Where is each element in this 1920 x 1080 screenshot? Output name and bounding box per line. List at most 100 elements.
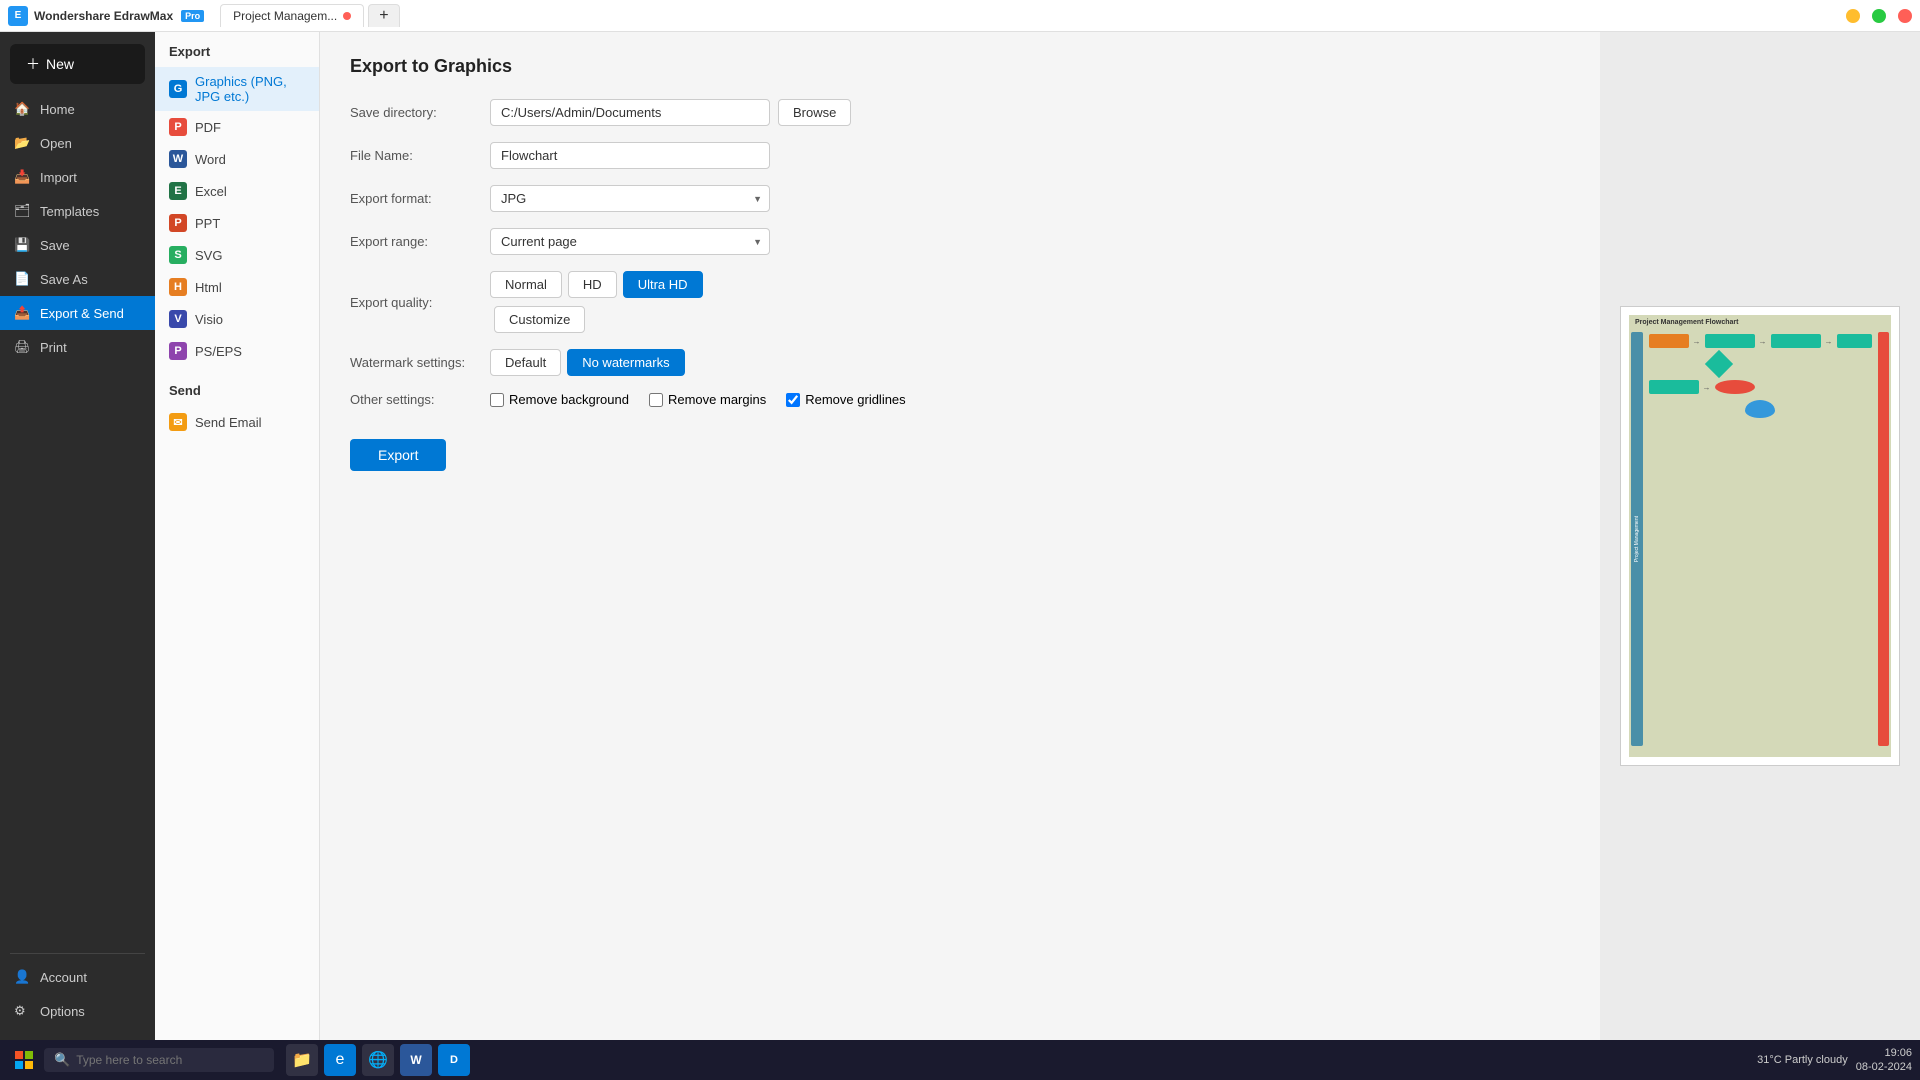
sidebar-item-account[interactable]: 👤 Account bbox=[0, 960, 155, 994]
taskbar-app-edraw[interactable]: D bbox=[438, 1044, 470, 1076]
sidebar-item-templates[interactable]: 🗂 Templates bbox=[0, 194, 155, 228]
diamond-shape bbox=[1704, 350, 1732, 378]
send-section: Send ✉ Send Email bbox=[155, 383, 319, 438]
preview-chart: Project Management Flowchart Project Man… bbox=[1629, 315, 1891, 757]
arrow-1: → bbox=[1693, 337, 1701, 346]
minimize-button[interactable] bbox=[1846, 9, 1860, 23]
active-tab[interactable]: Project Managem... bbox=[220, 4, 364, 27]
export-format-select[interactable]: JPG PNG BMP SVG bbox=[490, 185, 770, 212]
export-range-select[interactable]: Current page All pages bbox=[490, 228, 770, 255]
export-item-label-ppt: PPT bbox=[195, 216, 220, 231]
start-button[interactable] bbox=[8, 1044, 40, 1076]
titlebar: E Wondershare EdrawMax Pro Project Manag… bbox=[0, 0, 1920, 32]
export-item-pdf[interactable]: P PDF bbox=[155, 111, 319, 143]
taskbar-search-input[interactable] bbox=[76, 1053, 264, 1067]
browse-button[interactable]: Browse bbox=[778, 99, 851, 126]
graphics-icon: G bbox=[169, 80, 187, 98]
taskbar-app-chrome[interactable]: 🌐 bbox=[362, 1044, 394, 1076]
file-name-row: File Name: bbox=[350, 142, 1570, 169]
new-icon: ＋ bbox=[26, 54, 40, 74]
export-item-send-email[interactable]: ✉ Send Email bbox=[155, 406, 319, 438]
save-directory-row: Save directory: Browse bbox=[350, 99, 1570, 126]
sidebar-item-print[interactable]: 🖨 Print bbox=[0, 330, 155, 364]
remove-margins-label: Remove margins bbox=[668, 392, 766, 407]
remove-gridlines-checkbox[interactable]: Remove gridlines bbox=[786, 392, 905, 407]
chart-inner: Project Management → → → bbox=[1629, 330, 1891, 748]
taskbar-app-explorer[interactable]: 📁 bbox=[286, 1044, 318, 1076]
pro-badge: Pro bbox=[181, 10, 204, 22]
app-name: Wondershare EdrawMax bbox=[34, 9, 173, 23]
new-label: New bbox=[46, 56, 74, 72]
export-range-control: Current page All pages bbox=[490, 228, 1570, 255]
new-button[interactable]: ＋ New bbox=[10, 44, 145, 84]
save-directory-input[interactable] bbox=[490, 99, 770, 126]
taskbar-apps: 📁 e 🌐 W D bbox=[286, 1044, 470, 1076]
quality-hd-button[interactable]: HD bbox=[568, 271, 617, 298]
export-item-graphics[interactable]: G Graphics (PNG, JPG etc.) bbox=[155, 67, 319, 111]
sidebar-item-label-options: Options bbox=[40, 1004, 85, 1019]
watermark-default-button[interactable]: Default bbox=[490, 349, 561, 376]
other-settings-control: Remove background Remove margins Remove … bbox=[490, 392, 1570, 407]
taskbar-app-word[interactable]: W bbox=[400, 1044, 432, 1076]
export-format-label: Export format: bbox=[350, 191, 490, 206]
export-item-html[interactable]: H Html bbox=[155, 271, 319, 303]
options-icon: ⚙ bbox=[14, 1003, 30, 1019]
pdf-icon: P bbox=[169, 118, 187, 136]
export-item-svg[interactable]: S SVG bbox=[155, 239, 319, 271]
quality-ultrahd-button[interactable]: Ultra HD bbox=[623, 271, 703, 298]
ppt-icon: P bbox=[169, 214, 187, 232]
word-icon: W bbox=[169, 150, 187, 168]
open-icon: 📂 bbox=[14, 135, 30, 151]
export-item-excel[interactable]: E Excel bbox=[155, 175, 319, 207]
taskbar-app-edge[interactable]: e bbox=[324, 1044, 356, 1076]
sidebar-item-options[interactable]: ⚙ Options bbox=[0, 994, 155, 1028]
sidebar-item-home[interactable]: 🏠 Home bbox=[0, 92, 155, 126]
visio-icon: V bbox=[169, 310, 187, 328]
export-item-label-word: Word bbox=[195, 152, 226, 167]
tab-unsaved-indicator[interactable] bbox=[343, 12, 351, 20]
arrow-2: → bbox=[1759, 337, 1767, 346]
window-controls bbox=[1846, 9, 1912, 23]
import-icon: 📥 bbox=[14, 169, 30, 185]
weather-info: 31°C Partly cloudy bbox=[1757, 1054, 1848, 1066]
remove-margins-input[interactable] bbox=[649, 393, 663, 407]
export-item-visio[interactable]: V Visio bbox=[155, 303, 319, 335]
remove-margins-checkbox[interactable]: Remove margins bbox=[649, 392, 766, 407]
watermark-label: Watermark settings: bbox=[350, 355, 490, 370]
file-name-input[interactable] bbox=[490, 142, 770, 169]
export-item-word[interactable]: W Word bbox=[155, 143, 319, 175]
export-item-label-visio: Visio bbox=[195, 312, 223, 327]
email-icon: ✉ bbox=[169, 413, 187, 431]
preview-panel: Project Management Flowchart Project Man… bbox=[1600, 32, 1920, 1040]
sidebar-item-import[interactable]: 📥 Import bbox=[0, 160, 155, 194]
close-button[interactable] bbox=[1898, 9, 1912, 23]
customize-button[interactable]: Customize bbox=[494, 306, 585, 333]
export-format-wrapper: JPG PNG BMP SVG bbox=[490, 185, 770, 212]
remove-background-label: Remove background bbox=[509, 392, 629, 407]
export-item-ppt[interactable]: P PPT bbox=[155, 207, 319, 239]
sidebar-item-save[interactable]: 💾 Save bbox=[0, 228, 155, 262]
export-button[interactable]: Export bbox=[350, 439, 446, 471]
export-item-label-email: Send Email bbox=[195, 415, 261, 430]
save-directory-label: Save directory: bbox=[350, 105, 490, 120]
new-tab-button[interactable]: + bbox=[368, 4, 399, 27]
chart-box-7 bbox=[1745, 400, 1775, 418]
remove-background-input[interactable] bbox=[490, 393, 504, 407]
remove-background-checkbox[interactable]: Remove background bbox=[490, 392, 629, 407]
sidebar-item-open[interactable]: 📂 Open bbox=[0, 126, 155, 160]
sidebar-item-save-as[interactable]: 📄 Save As bbox=[0, 262, 155, 296]
watermark-none-button[interactable]: No watermarks bbox=[567, 349, 684, 376]
remove-gridlines-input[interactable] bbox=[786, 393, 800, 407]
search-icon: 🔍 bbox=[54, 1052, 70, 1068]
export-item-pseps[interactable]: P PS/EPS bbox=[155, 335, 319, 367]
sidebar-item-export-send[interactable]: 📤 Export & Send bbox=[0, 296, 155, 330]
taskbar-search-box[interactable]: 🔍 bbox=[44, 1048, 274, 1072]
checkbox-group: Remove background Remove margins Remove … bbox=[490, 392, 906, 407]
file-name-label: File Name: bbox=[350, 148, 490, 163]
quality-normal-button[interactable]: Normal bbox=[490, 271, 562, 298]
print-icon: 🖨 bbox=[14, 339, 30, 355]
export-format-control: JPG PNG BMP SVG bbox=[490, 185, 1570, 212]
export-form: Export to Graphics Save directory: Brows… bbox=[320, 32, 1600, 1040]
chart-row-2 bbox=[1649, 354, 1872, 374]
maximize-button[interactable] bbox=[1872, 9, 1886, 23]
